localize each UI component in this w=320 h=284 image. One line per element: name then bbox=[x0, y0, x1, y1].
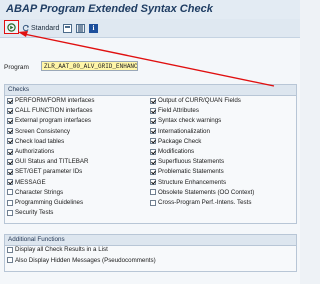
checkbox-box[interactable] bbox=[150, 117, 156, 124]
refresh-icon bbox=[22, 24, 29, 32]
checkbox-set-get-parameter-ids[interactable]: SET/GET parameter IDs bbox=[7, 168, 82, 175]
checkbox-box[interactable] bbox=[150, 199, 156, 206]
checkbox-label: PERFORM/FORM interfaces bbox=[15, 97, 95, 104]
title-bar: ABAP Program Extended Syntax Check bbox=[0, 0, 300, 20]
checkbox-label: Authorizations bbox=[15, 148, 55, 155]
checkbox-box[interactable] bbox=[150, 168, 156, 175]
checkbox-cross-program-perf-intens-tests[interactable]: Cross-Program Perf.-Intens. Tests bbox=[150, 199, 251, 206]
checkbox-internationalization[interactable]: Internationalization bbox=[150, 128, 210, 135]
checkbox-box[interactable] bbox=[150, 107, 156, 114]
checkbox-box[interactable] bbox=[150, 138, 156, 145]
checkbox-label: Modifications bbox=[158, 148, 195, 155]
checkbox-label: Also Display Hidden Messages (Pseudocomm… bbox=[15, 256, 156, 264]
checkbox-problematic-statements[interactable]: Problematic Statements bbox=[150, 168, 224, 175]
program-label: Program bbox=[4, 64, 29, 71]
checkbox-box[interactable] bbox=[7, 148, 13, 155]
checkbox-security-tests[interactable]: Security Tests bbox=[7, 209, 53, 216]
checkbox-label: MESSAGE bbox=[15, 178, 46, 186]
checkbox-obsolete-statements-oo-context[interactable]: Obsolete Statements (OO Context) bbox=[150, 189, 254, 196]
checkbox-box[interactable] bbox=[150, 148, 156, 155]
checkbox-modifications[interactable]: Modifications bbox=[150, 148, 194, 155]
checkbox-label: Security Tests bbox=[15, 209, 54, 217]
additional-functions-heading: Additional Functions bbox=[5, 235, 296, 246]
checkbox-box[interactable] bbox=[7, 209, 13, 216]
application-toolbar: Standard i bbox=[0, 19, 300, 38]
checkbox-label: Internationalization bbox=[158, 127, 210, 135]
checkbox-box[interactable] bbox=[7, 189, 13, 196]
checkbox-box[interactable] bbox=[7, 257, 13, 263]
checkbox-message[interactable]: MESSAGE bbox=[7, 179, 46, 186]
checkbox-box[interactable] bbox=[150, 189, 156, 196]
checkbox-label: Output of CURR/QUAN Fields bbox=[158, 97, 241, 104]
save-variant-icon bbox=[63, 23, 72, 33]
checkbox-gui-status-and-titlebar[interactable]: GUI Status and TITLEBAR bbox=[7, 158, 88, 165]
checkbox-label: Field Attributes bbox=[158, 107, 199, 115]
checkbox-structure-enhancements[interactable]: Structure Enhancements bbox=[150, 179, 226, 186]
execute-icon bbox=[7, 22, 16, 32]
get-variant-icon bbox=[76, 23, 85, 33]
checkbox-label: Cross-Program Perf.-Intens. Tests bbox=[158, 199, 252, 206]
checkbox-label: Check load tables bbox=[15, 137, 65, 145]
checkbox-label: CALL FUNCTION interfaces bbox=[15, 107, 93, 115]
checkbox-call-function-interfaces[interactable]: CALL FUNCTION interfaces bbox=[7, 107, 92, 114]
checkbox-output-of-curr-quan-fields[interactable]: Output of CURR/QUAN Fields bbox=[150, 97, 241, 104]
checkbox-box[interactable] bbox=[7, 199, 13, 206]
checkbox-box[interactable] bbox=[7, 128, 13, 135]
checkbox-box[interactable] bbox=[7, 168, 13, 175]
checkbox-box[interactable] bbox=[7, 138, 13, 145]
checkbox-label: Screen Consistency bbox=[15, 127, 71, 135]
checkbox-label: Structure Enhancements bbox=[158, 178, 227, 186]
checks-heading: Checks bbox=[5, 85, 296, 96]
checkbox-label: Syntax check warnings bbox=[158, 117, 222, 125]
checkbox-label: Superfluous Statements bbox=[158, 158, 225, 166]
checkbox-perform-form-interfaces[interactable]: PERFORM/FORM interfaces bbox=[7, 97, 94, 104]
checkbox-label: GUI Status and TITLEBAR bbox=[15, 158, 89, 166]
window-title: ABAP Program Extended Syntax Check bbox=[6, 3, 213, 15]
checkbox-authorizations[interactable]: Authorizations bbox=[7, 148, 54, 155]
checkbox-box[interactable] bbox=[150, 158, 156, 165]
checkbox-box[interactable] bbox=[150, 128, 156, 135]
checkbox-field-attributes[interactable]: Field Attributes bbox=[150, 107, 199, 114]
save-variant-button[interactable] bbox=[63, 21, 72, 35]
checkbox-label: Programming Guidelines bbox=[15, 199, 84, 206]
get-variant-button[interactable] bbox=[76, 21, 85, 35]
checkbox-box[interactable] bbox=[7, 179, 13, 186]
checkbox-box[interactable] bbox=[7, 117, 13, 124]
checkbox-label: Package Check bbox=[158, 137, 202, 145]
info-button[interactable]: i bbox=[89, 21, 98, 35]
program-input[interactable]: ZLR_AAT_00_ALV_GRID_ENHANCED bbox=[41, 61, 138, 71]
checkbox-box[interactable] bbox=[7, 158, 13, 165]
checkbox-check-load-tables[interactable]: Check load tables bbox=[7, 138, 64, 145]
checkbox-display-all-check-results-in-a-list[interactable]: Display all Check Results in a List bbox=[7, 246, 108, 253]
checkbox-syntax-check-warnings[interactable]: Syntax check warnings bbox=[150, 117, 221, 124]
additional-functions-group: Additional Functions bbox=[4, 234, 297, 272]
checkbox-label: SET/GET parameter IDs bbox=[15, 168, 83, 176]
checkbox-box[interactable] bbox=[7, 97, 13, 104]
info-icon: i bbox=[89, 23, 98, 33]
checkbox-label: External program interfaces bbox=[15, 117, 92, 125]
checkbox-screen-consistency[interactable]: Screen Consistency bbox=[7, 128, 70, 135]
checkbox-package-check[interactable]: Package Check bbox=[150, 138, 201, 145]
checkbox-box[interactable] bbox=[7, 107, 13, 114]
checkbox-character-strings[interactable]: Character Strings bbox=[7, 189, 63, 196]
checkbox-also-display-hidden-messages-pseudocomments[interactable]: Also Display Hidden Messages (Pseudocomm… bbox=[7, 257, 156, 264]
execute-button[interactable] bbox=[4, 20, 19, 34]
checkbox-box[interactable] bbox=[7, 246, 13, 253]
checkbox-label: Display all Check Results in a List bbox=[15, 246, 108, 253]
checkbox-box[interactable] bbox=[150, 179, 156, 186]
checkbox-superfluous-statements[interactable]: Superfluous Statements bbox=[150, 158, 224, 165]
checkbox-external-program-interfaces[interactable]: External program interfaces bbox=[7, 117, 91, 124]
checkbox-label: Character Strings bbox=[15, 188, 64, 196]
checkbox-programming-guidelines[interactable]: Programming Guidelines bbox=[7, 199, 83, 206]
checkbox-label: Obsolete Statements (OO Context) bbox=[158, 188, 255, 196]
checkbox-label: Problematic Statements bbox=[158, 168, 224, 176]
standard-label: Standard bbox=[31, 24, 60, 32]
checkbox-box[interactable] bbox=[150, 97, 156, 104]
standard-button[interactable]: Standard bbox=[22, 21, 59, 35]
